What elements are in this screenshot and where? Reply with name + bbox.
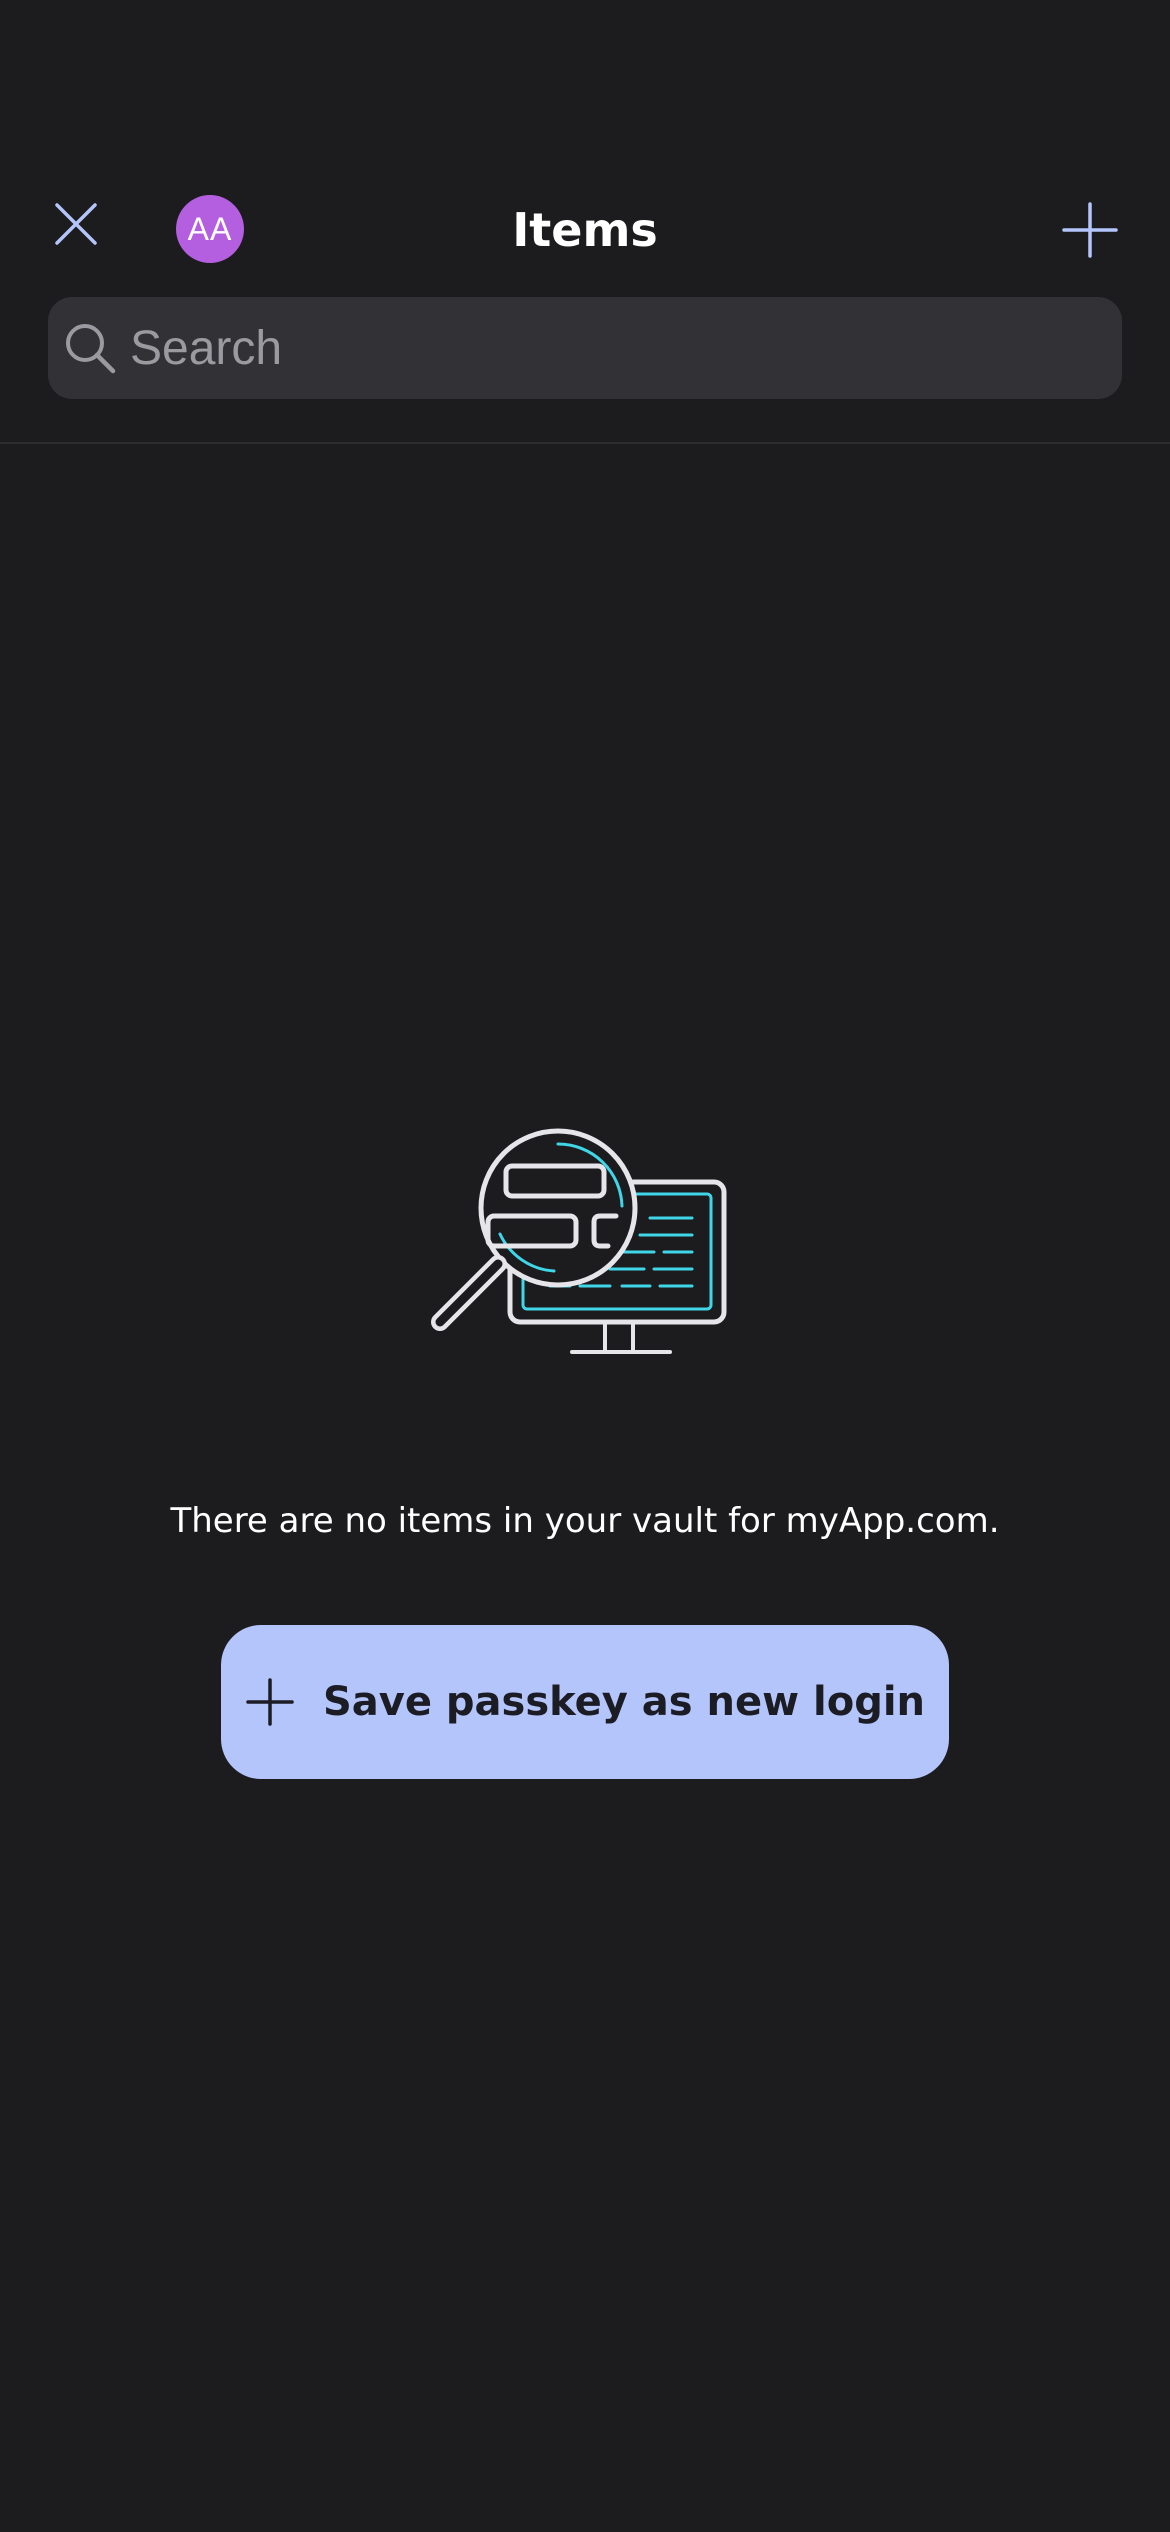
- save-passkey-label: Save passkey as new login: [322, 1679, 926, 1725]
- page-title: Items: [512, 203, 658, 257]
- close-icon: [55, 203, 97, 245]
- search-input[interactable]: [118, 303, 1122, 393]
- account-avatar[interactable]: AA: [176, 195, 244, 263]
- add-item-button[interactable]: [1058, 198, 1122, 262]
- close-button[interactable]: [44, 192, 108, 256]
- avatar-initials: AA: [187, 210, 233, 247]
- magnifier-over-monitor-illustration: [430, 1128, 740, 1360]
- search-bar[interactable]: [48, 297, 1122, 399]
- top-bar: AA Items: [0, 0, 1170, 444]
- search-icon: [62, 320, 118, 376]
- plus-icon: [245, 1677, 295, 1727]
- empty-state-message: There are no items in your vault for myA…: [170, 1501, 1000, 1541]
- plus-icon: [1062, 202, 1118, 258]
- save-passkey-button[interactable]: Save passkey as new login: [221, 1625, 949, 1779]
